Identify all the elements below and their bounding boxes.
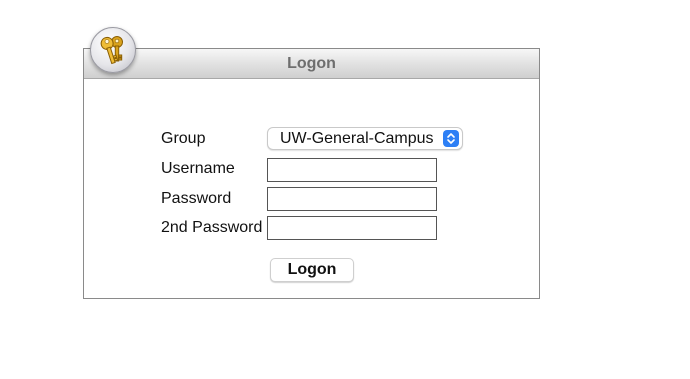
second-password-field[interactable] [267, 216, 437, 240]
chevron-updown-icon [443, 130, 459, 147]
password-label: Password [161, 190, 232, 207]
username-label: Username [161, 160, 235, 177]
group-label: Group [161, 130, 206, 147]
logon-button[interactable]: Logon [270, 258, 354, 282]
keys-icon [90, 27, 136, 73]
group-select[interactable]: UW-General-Campus [267, 127, 463, 150]
password-field[interactable] [267, 187, 437, 211]
logon-titlebar: Logon [84, 49, 539, 79]
username-field[interactable] [267, 158, 437, 182]
group-select-value: UW-General-Campus [280, 130, 434, 147]
second-password-label: 2nd Password [161, 219, 263, 236]
dialog-title: Logon [287, 55, 336, 72]
